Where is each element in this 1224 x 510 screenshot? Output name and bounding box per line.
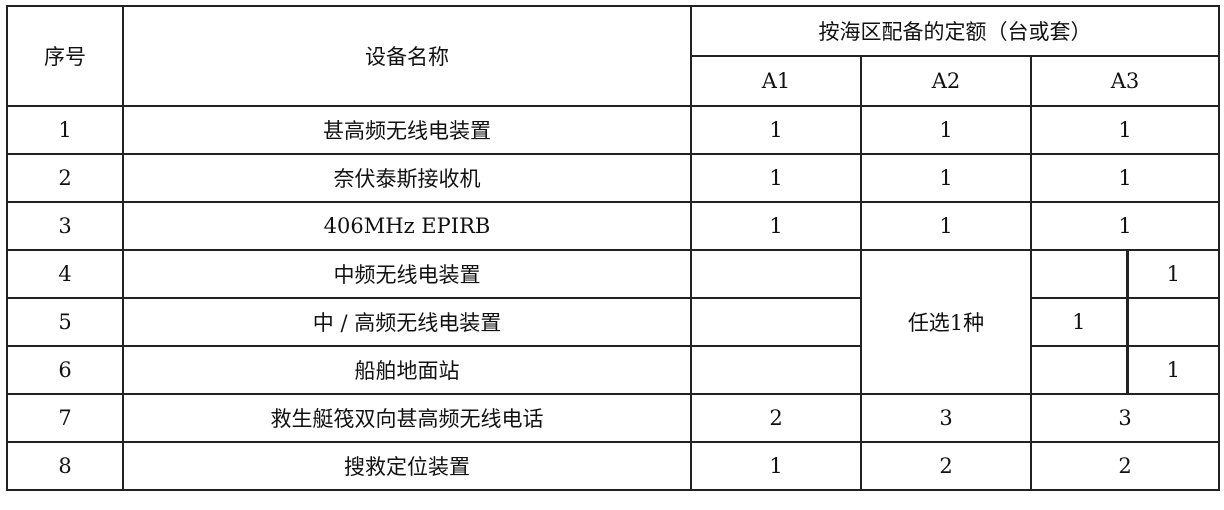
- row-name: 406MHz EPIRB: [122, 201, 692, 251]
- row-a1: 2: [690, 393, 862, 443]
- row-a3: 1: [1030, 201, 1220, 251]
- row-seq: 1: [6, 105, 124, 155]
- table-row: 1 甚高频无线电装置 1 1 1: [6, 105, 1220, 155]
- row-a2: 1: [860, 153, 1032, 203]
- row-a3-left: [1030, 345, 1129, 395]
- row-name: 搜救定位装置: [122, 441, 692, 491]
- header-quota: 按海区配备的定额（台或套）: [690, 5, 1220, 57]
- table-row: 5 中 / 高频无线电装置 1: [6, 297, 1220, 347]
- table-row: 8 搜救定位装置 1 2 2: [6, 441, 1220, 491]
- row-seq: 7: [6, 393, 124, 443]
- row-a1: 1: [690, 201, 862, 251]
- row-a3-right: 1: [1126, 249, 1220, 299]
- row-name: 船舶地面站: [122, 345, 692, 395]
- row-a2-merged: 任选1种: [860, 249, 1032, 395]
- table-row: 4 中频无线电装置 任选1种 1: [6, 249, 1220, 395]
- row-a3-left: [1030, 249, 1129, 299]
- table-row: 7 救生艇筏双向甚高频无线电话 2 3 3: [6, 393, 1220, 443]
- row-a1: 1: [690, 153, 862, 203]
- row-name: 中频无线电装置: [122, 249, 692, 299]
- row-name: 中 / 高频无线电装置: [122, 297, 692, 347]
- row-a1: [690, 249, 862, 299]
- row-a1: [690, 345, 862, 395]
- row-a2: 1: [860, 105, 1032, 155]
- table-row: 2 奈伏泰斯接收机 1 1 1: [6, 153, 1220, 203]
- row-a3: 1: [1030, 105, 1220, 155]
- header-a3: A3: [1030, 55, 1220, 107]
- header-row-1: 序号 设备名称 按海区配备的定额（台或套）: [6, 5, 1220, 107]
- row-name: 救生艇筏双向甚高频无线电话: [122, 393, 692, 443]
- table-row: 3 406MHz EPIRB 1 1 1: [6, 201, 1220, 251]
- header-a1: A1: [690, 55, 862, 107]
- row-a3-right: [1126, 297, 1220, 347]
- header-seq: 序号: [6, 5, 124, 107]
- row-a3: 3: [1030, 393, 1220, 443]
- header-a2: A2: [860, 55, 1032, 107]
- row-seq: 4: [6, 249, 124, 299]
- header-name: 设备名称: [122, 5, 692, 107]
- row-a1: 1: [690, 105, 862, 155]
- row-a3: 2: [1030, 441, 1220, 491]
- row-name: 奈伏泰斯接收机: [122, 153, 692, 203]
- row-a2: 2: [860, 441, 1032, 491]
- row-a2: 1: [860, 201, 1032, 251]
- row-a2: 3: [860, 393, 1032, 443]
- row-a3: 1: [1030, 153, 1220, 203]
- row-name: 甚高频无线电装置: [122, 105, 692, 155]
- row-a1: [690, 297, 862, 347]
- row-seq: 8: [6, 441, 124, 491]
- row-a3-left: 1: [1030, 297, 1129, 347]
- row-seq: 3: [6, 201, 124, 251]
- row-seq: 2: [6, 153, 124, 203]
- equipment-quota-table: 序号 设备名称 按海区配备的定额（台或套） A1 A2 A3 1 甚高频无线电装…: [6, 5, 1220, 491]
- row-seq: 6: [6, 345, 124, 395]
- row-a3-right: 1: [1126, 345, 1220, 395]
- row-seq: 5: [6, 297, 124, 347]
- row-a1: 1: [690, 441, 862, 491]
- table-row: 6 船舶地面站 1: [6, 345, 1220, 395]
